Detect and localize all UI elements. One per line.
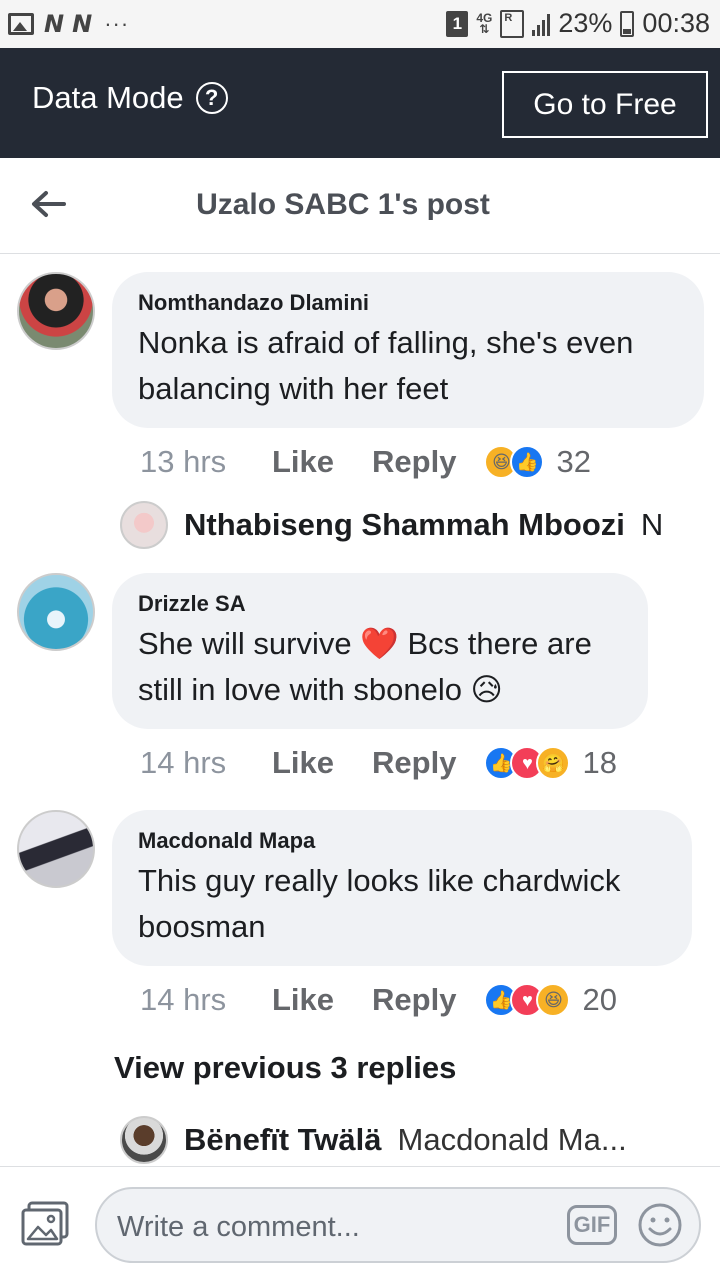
comment-bubble: Nomthandazo Dlamini Nonka is afraid of f… — [112, 272, 704, 428]
reaction-count: 20 — [582, 982, 617, 1017]
view-previous-replies-link[interactable]: View previous 3 replies — [114, 1050, 456, 1086]
gallery-notification-icon — [8, 13, 34, 35]
avatar — [120, 501, 168, 549]
reply-text: Macdonald Ma... — [397, 1122, 627, 1157]
like-button[interactable]: Like — [272, 745, 334, 781]
reply-button[interactable]: Reply — [372, 982, 456, 1018]
comment-bubble: Drizzle SA She will survive ❤️ Bcs there… — [112, 573, 648, 729]
data-mode-label[interactable]: Data Mode ? — [32, 80, 228, 116]
comment-input[interactable] — [117, 1207, 547, 1247]
n-app-notification-icon-2: N — [72, 10, 92, 38]
like-reaction-icon: 👍 — [510, 445, 545, 479]
comment-actions: 14 hrs Like Reply 👍 ♥ 🤗 18 — [140, 745, 617, 781]
comment-box[interactable]: GIF — [95, 1187, 701, 1263]
more-notifications-icon: ··· — [104, 11, 130, 36]
go-to-free-button[interactable]: Go to Free — [502, 71, 708, 138]
reply-author: Bënefït Twälä — [184, 1122, 382, 1157]
emoji-icon[interactable] — [637, 1202, 683, 1248]
sim-slot-badge: 1 — [446, 10, 469, 37]
roaming-icon: R — [500, 9, 525, 38]
battery-icon — [620, 10, 635, 37]
comment-composer: GIF — [0, 1166, 720, 1280]
system-icons: 1 4G ⇅ R 23% 00:38 — [446, 8, 710, 39]
care-reaction-icon: 🤗 — [536, 746, 571, 780]
network-type-icon: 4G ⇅ — [476, 10, 493, 36]
n-app-notification-icon: N — [44, 10, 64, 38]
reply-author: Nthabiseng Shammah Mboozi — [184, 507, 625, 542]
help-icon[interactable]: ? — [195, 82, 228, 114]
comment-time[interactable]: 13 hrs — [140, 444, 272, 480]
battery-percent: 23% — [558, 8, 613, 38]
clock: 00:38 — [642, 8, 710, 38]
comment-actions: 13 hrs Like Reply 😆 👍 32 — [140, 444, 591, 480]
page-title: Uzalo SABC 1's post — [196, 188, 490, 221]
reactions-summary[interactable]: 👍 ♥ 🤗 18 — [484, 745, 617, 781]
data-mode-bar: Data Mode ? Go to Free — [0, 48, 720, 158]
reaction-count: 18 — [582, 745, 617, 780]
comment-author[interactable]: Drizzle SA — [138, 591, 622, 617]
comment-text: Nonka is afraid of falling, she's even b… — [138, 325, 634, 406]
avatar[interactable] — [17, 573, 95, 651]
data-mode-text: Data Mode — [32, 80, 184, 115]
comment-text: She will survive ❤️ Bcs there are still … — [138, 626, 592, 707]
like-button[interactable]: Like — [272, 982, 334, 1018]
comment-text: This guy really looks like chardwick boo… — [138, 863, 621, 944]
reactions-summary[interactable]: 😆 👍 32 — [484, 444, 591, 480]
avatar[interactable] — [17, 810, 95, 888]
reply-preview[interactable]: Bënefït Twälä Macdonald Ma... — [120, 1116, 660, 1164]
status-bar: N N ··· 1 4G ⇅ R 23% 00:38 — [0, 0, 720, 48]
comment-time[interactable]: 14 hrs — [140, 745, 272, 781]
reply-button[interactable]: Reply — [372, 444, 456, 480]
like-button[interactable]: Like — [272, 444, 334, 480]
reactions-summary[interactable]: 👍 ♥ 😆 20 — [484, 982, 617, 1018]
page-header: Uzalo SABC 1's post — [0, 158, 720, 254]
reply-button[interactable]: Reply — [372, 745, 456, 781]
comment-actions: 14 hrs Like Reply 👍 ♥ 😆 20 — [140, 982, 617, 1018]
comment-time[interactable]: 14 hrs — [140, 982, 272, 1018]
avatar[interactable] — [17, 272, 95, 350]
photo-icon[interactable] — [20, 1200, 72, 1248]
reply-text: N — [640, 507, 664, 542]
reply-preview[interactable]: Nthabiseng Shammah Mboozi N — [120, 501, 700, 549]
avatar — [120, 1116, 168, 1164]
signal-strength-icon — [532, 12, 551, 36]
notification-icons: N N ··· — [8, 10, 129, 38]
comment-bubble: Macdonald Mapa This guy really looks lik… — [112, 810, 692, 966]
comment-author[interactable]: Nomthandazo Dlamini — [138, 290, 678, 316]
gif-button[interactable]: GIF — [567, 1205, 617, 1245]
haha-reaction-icon: 😆 — [536, 983, 571, 1017]
comment-author[interactable]: Macdonald Mapa — [138, 828, 666, 854]
reaction-count: 32 — [556, 444, 591, 479]
